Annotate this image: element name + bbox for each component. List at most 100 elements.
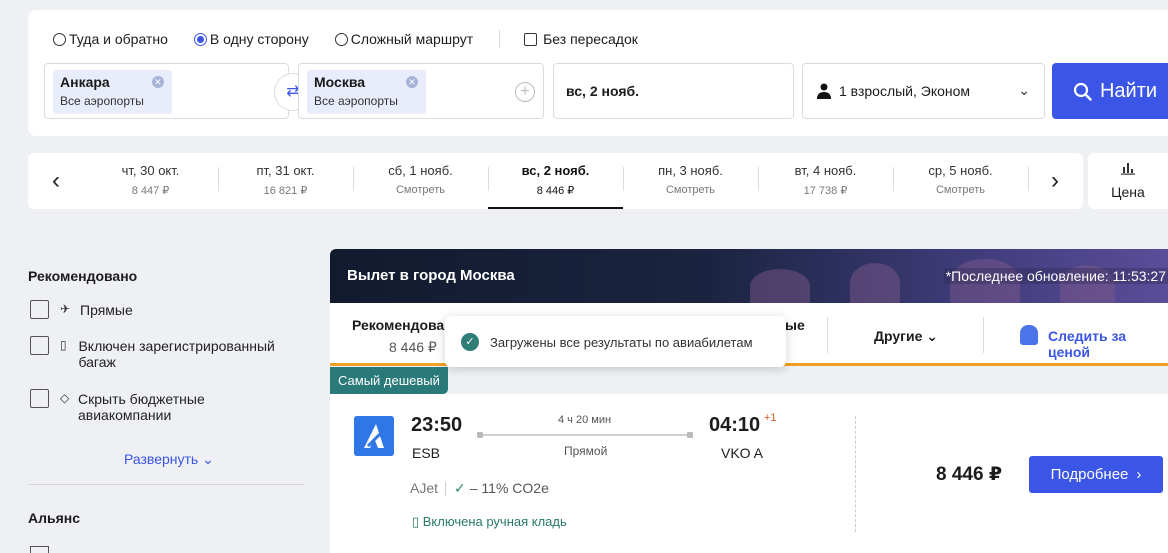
checkbox-icon xyxy=(30,300,49,319)
destination-airports: Все аэропорты xyxy=(314,94,398,108)
chevron-right-icon: › xyxy=(1136,466,1142,483)
divider xyxy=(28,484,305,485)
luggage-icon: ▯ xyxy=(60,338,67,352)
check-circle-icon: ✓ xyxy=(461,333,479,351)
nonstop-label: Без пересадок xyxy=(543,31,638,47)
co2-info: ✓ – 11% CO2e xyxy=(454,480,549,497)
remove-destination-icon[interactable]: ✕ xyxy=(405,76,418,88)
filter-baggage[interactable]: ▯ Включен зарегистрированный багаж xyxy=(30,336,290,370)
destination-chip[interactable]: Москва Все аэропорты ✕ xyxy=(307,70,426,114)
origin-airports: Все аэропорты xyxy=(60,94,144,108)
checkbox-icon xyxy=(30,389,49,408)
filter-hide-budget[interactable]: ◇ Скрыть бюджетные авиакомпании xyxy=(30,389,270,423)
destination-field[interactable]: Москва Все аэропорты ✕ + xyxy=(298,63,544,119)
bell-icon xyxy=(1020,325,1038,345)
filter-section-title: Рекомендовано xyxy=(28,268,138,284)
passengers-field[interactable]: 1 взрослый, Эконом ⌄ xyxy=(802,63,1045,119)
skyline-decoration xyxy=(850,263,900,303)
results-banner: Вылет в город Москва *Последнее обновлен… xyxy=(330,249,1168,303)
route-line xyxy=(477,432,693,438)
expand-filters-link[interactable]: Развернуть ⌄ xyxy=(124,451,214,468)
chevron-right-icon[interactable]: › xyxy=(1045,167,1065,195)
find-button[interactable]: Найти xyxy=(1052,63,1168,119)
day-date: сб, 1 нояб. xyxy=(388,163,453,178)
tab-other-label: Другие xyxy=(874,328,923,344)
day-price: Смотреть xyxy=(665,184,716,196)
departure-airport: ESB xyxy=(412,445,441,461)
flight-card[interactable]: 23:50 ESB 4 ч 20 мин Прямой 04:10 +1 VKO… xyxy=(330,394,1168,553)
filter-direct[interactable]: ✈ Прямые xyxy=(30,300,133,319)
checkbox-icon[interactable] xyxy=(30,546,49,553)
baggage-label: Включена ручная кладь xyxy=(422,514,567,529)
divider xyxy=(445,482,446,496)
chevron-left-icon[interactable]: ‹ xyxy=(46,167,66,195)
chevron-down-icon: ⌄ xyxy=(922,328,938,344)
trip-type-selector: Туда и обратно В одну сторону Сложный ма… xyxy=(53,30,664,48)
trip-type-roundtrip[interactable]: Туда и обратно xyxy=(53,31,168,47)
find-label: Найти xyxy=(1099,79,1158,102)
radio-icon xyxy=(53,32,66,46)
day-option-selected[interactable]: вс, 2 нояб. 8 446 ₽ xyxy=(488,153,623,209)
day-option[interactable]: чт, 30 окт. 8 447 ₽ xyxy=(83,153,218,209)
passengers-value: 1 взрослый, Эконом xyxy=(839,83,971,99)
day-price: 16 821 ₽ xyxy=(263,185,308,197)
day-price: Смотреть xyxy=(395,184,446,196)
day-price: Смотреть xyxy=(935,184,986,196)
trip-type-oneway[interactable]: В одну сторону xyxy=(193,31,309,47)
arrival-airport: VKO A xyxy=(721,445,764,461)
date-field[interactable]: вс, 2 нояб. xyxy=(553,63,794,119)
radio-selected-icon xyxy=(193,32,207,46)
expand-label: Развернуть xyxy=(124,451,199,467)
trip-type-label: Сложный маршрут xyxy=(350,31,474,47)
flight-price: 8 446 ₽ xyxy=(936,464,1003,485)
origin-chip[interactable]: Анкара Все аэропорты ✕ xyxy=(53,70,172,114)
last-update: *Последнее обновление: 11:53:27 xyxy=(943,268,1168,284)
toast-notification: ✓ Загружены все результаты по авиабилета… xyxy=(445,316,786,367)
divider xyxy=(827,317,828,353)
details-button[interactable]: Подробнее › xyxy=(1029,456,1163,493)
price-sort-button[interactable]: Цена xyxy=(1088,153,1168,209)
trip-type-multicity[interactable]: Сложный маршрут xyxy=(334,31,474,47)
day-option[interactable]: пт, 31 окт. 16 821 ₽ xyxy=(218,153,353,209)
chevron-down-icon: ⌄ xyxy=(1018,82,1030,98)
remove-origin-icon[interactable]: ✕ xyxy=(151,76,164,88)
banner-title: Вылет в город Москва xyxy=(347,267,515,284)
day-option[interactable]: сб, 1 нояб. Смотреть xyxy=(353,153,488,209)
day-option[interactable]: вт, 4 нояб. 17 738 ₽ xyxy=(758,153,893,209)
day-date: вт, 4 нояб. xyxy=(794,163,857,178)
airline-name: AJet xyxy=(410,480,439,496)
divider xyxy=(983,317,984,353)
day-option[interactable]: пн, 3 нояб. Смотреть xyxy=(623,153,758,209)
track-price-button[interactable]: Следить за ценой xyxy=(1048,328,1168,360)
add-destination-icon[interactable]: + xyxy=(515,82,535,102)
toast-message: Загружены все результаты по авиабилетам xyxy=(490,335,753,350)
filter-label: Скрыть бюджетные авиакомпании xyxy=(78,391,205,423)
nonstop-checkbox[interactable]: Без пересадок xyxy=(524,31,638,47)
person-icon xyxy=(817,83,831,99)
filter-label: Прямые xyxy=(80,302,133,318)
arrival-day-offset: +1 xyxy=(764,412,777,424)
filter-label: Включен зарегистрированный багаж xyxy=(78,338,275,370)
search-icon xyxy=(1073,82,1092,101)
plane-icon: ✈ xyxy=(60,302,71,316)
destination-city: Москва xyxy=(314,74,366,90)
arrival-time: 04:10 xyxy=(709,414,761,436)
tab-partial-label[interactable]: ые xyxy=(785,317,805,333)
day-date: вс, 2 нояб. xyxy=(521,163,590,178)
trip-type-label: В одну сторону xyxy=(209,31,309,47)
day-price: 8 446 ₽ xyxy=(536,185,575,197)
checkmark-icon: ✓ xyxy=(454,480,466,496)
origin-field[interactable]: Анкара Все аэропорты ✕ xyxy=(44,63,289,119)
divider xyxy=(1028,167,1029,191)
co2-label: – 11% CO2e xyxy=(469,480,549,496)
day-date: пт, 31 окт. xyxy=(256,163,315,178)
divider xyxy=(499,30,501,48)
stops-label: Прямой xyxy=(564,444,608,458)
filter-section-title: Альянс xyxy=(28,510,81,526)
day-date: чт, 30 окт. xyxy=(121,163,180,178)
tab-other[interactable]: Другие ⌄ xyxy=(874,328,938,345)
divider xyxy=(855,416,856,532)
departure-time: 23:50 xyxy=(411,414,463,436)
day-price: 17 738 ₽ xyxy=(803,185,848,197)
day-option[interactable]: ср, 5 нояб. Смотреть xyxy=(893,153,1028,209)
